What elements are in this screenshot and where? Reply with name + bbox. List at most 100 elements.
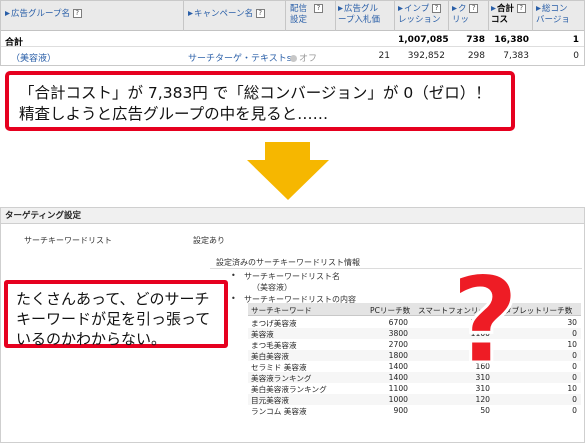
stats-table: 広告グループ名 ? キャンペーン名 ? 配信 設定 ? 広告グル ープ入札価 イ… (0, 0, 585, 66)
tablet-reach-cell: 0 (572, 395, 577, 404)
ad-group-link[interactable]: （美容液） (11, 51, 56, 64)
callout-cost-conversion: 「合計コスト」が 7,383円 で「総コンバージョン」が 0（ゼロ）！ 精査しよ… (5, 71, 515, 131)
header-impressions[interactable]: インプ ? レッション (398, 4, 441, 26)
smartphone-reach-cell: 120 (475, 395, 491, 404)
header-ad-group[interactable]: 広告グループ名 ? (5, 9, 82, 20)
help-icon[interactable]: ? (431, 4, 441, 13)
column-divider (448, 1, 449, 31)
header-cost[interactable]: 合計 ? コス (491, 4, 526, 26)
keyword-row: ランコム 美容液 900 50 0 (248, 405, 581, 416)
header-conversions-label-2: バージョ (536, 15, 570, 25)
keyword-cell: ランコム 美容液 (251, 407, 307, 416)
header-bid-label-2: ープ入札価 (338, 15, 380, 25)
keyword-row: セラミド 美容液 1400 160 0 (248, 361, 581, 372)
total-impressions: 1,007,085 (398, 35, 449, 45)
col-keyword: サーチキーワード (251, 306, 312, 315)
pc-reach-cell: 1400 (388, 362, 408, 371)
pc-reach-cell: 1400 (388, 373, 408, 382)
callout2-line-2: キーワードが足を引っ張って (16, 310, 211, 328)
keyword-row: 美白美容液 1800 360 0 (248, 350, 581, 361)
sort-icon[interactable] (398, 6, 403, 11)
header-impressions-label: インプ (404, 4, 430, 14)
total-clicks: 738 (466, 35, 485, 45)
header-ad-group-bid[interactable]: 広告グル ープ入札価 (338, 4, 380, 26)
col-pc-reach: PCリーチ数 (370, 306, 411, 315)
header-conversions-label: 総コン (542, 4, 568, 14)
column-divider (183, 1, 184, 31)
row-divider (1, 46, 584, 47)
column-divider (285, 1, 286, 31)
header-clicks-label: ク (458, 4, 467, 14)
status-toggle[interactable]: オフ (290, 51, 317, 64)
bullet-icon: • (231, 271, 236, 280)
pc-reach-cell: 900 (393, 406, 409, 415)
callout2-line-3: いるのかわからない。 (16, 330, 167, 348)
help-icon[interactable]: ? (255, 9, 265, 18)
header-campaign[interactable]: キャンペーン名 ? (188, 9, 265, 20)
cost-value: 7,383 (503, 51, 529, 61)
smartphone-reach-cell: 50 (480, 406, 490, 415)
tablet-reach-cell: 30 (567, 318, 577, 327)
sort-icon[interactable] (452, 6, 457, 11)
header-cost-label-2: コス (491, 15, 509, 25)
keyword-row: 美容液ランキング 1400 310 0 (248, 372, 581, 383)
header-bid-label: 広告グル (344, 4, 379, 14)
targeting-settings-title: ターゲティング設定 (1, 208, 584, 224)
column-divider (532, 1, 533, 31)
header-cost-label: 合計 (497, 4, 515, 14)
total-cost: 16,380 (494, 35, 529, 45)
keyword-row: まつ毛美容液 2700 1200 10 (248, 339, 581, 350)
down-arrow-head-icon (247, 160, 329, 200)
tablet-reach-cell: 10 (567, 384, 577, 393)
down-arrow-icon (265, 142, 310, 160)
help-icon[interactable]: ? (516, 4, 526, 13)
tablet-reach-cell: 0 (572, 351, 577, 360)
pc-reach-cell: 1800 (388, 351, 408, 360)
pc-reach-cell: 1100 (388, 384, 408, 393)
tablet-reach-cell: 0 (572, 406, 577, 415)
conversions-value: 0 (573, 51, 579, 61)
header-delivery-label: 配信 (290, 4, 308, 14)
help-icon[interactable]: ? (72, 9, 82, 18)
keyword-list-info-title: 設定済みのサーチキーワードリスト情報 (216, 258, 360, 267)
bullet-icon: • (231, 294, 236, 303)
keyword-table-header: サーチキーワード PCリーチ数 スマートフォンリー タブレットリーチ数 (248, 303, 581, 316)
tablet-reach-cell: 0 (572, 329, 577, 338)
header-impressions-label-2: レッション (398, 15, 441, 25)
impressions-value: 392,852 (407, 51, 445, 61)
column-divider (394, 1, 395, 31)
tablet-reach-cell: 0 (572, 373, 577, 382)
sort-icon[interactable] (338, 6, 343, 11)
header-clicks[interactable]: ク ? リッ (452, 4, 479, 26)
list-name-label: サーチキーワードリスト名 (244, 272, 340, 281)
clicks-value: 298 (467, 51, 485, 61)
header-delivery[interactable]: 配信 設定 (290, 4, 307, 26)
header-conversions[interactable]: 総コン バージョ (536, 4, 570, 26)
ad-group-bid-value: 21 (378, 51, 390, 61)
sort-icon[interactable] (491, 6, 496, 11)
callout-too-many-keywords: たくさんあって、どのサーチ キーワードが足を引っ張って いるのかわからない。 (4, 280, 228, 348)
column-divider (335, 1, 336, 31)
pc-reach-cell: 3800 (388, 329, 408, 338)
help-icon[interactable]: ? (314, 4, 323, 13)
callout-line-2: 精査しようと広告グループの中を見ると…… (19, 105, 329, 123)
keyword-row: 美容液 3800 1100 0 (248, 328, 581, 339)
keyword-list-row-value: 設定あり (193, 236, 225, 245)
campaign-link[interactable]: サーチターゲ・テキストs (188, 51, 291, 64)
pc-reach-cell: 1000 (388, 395, 408, 404)
keyword-row: 目元美容液 1000 120 0 (248, 394, 581, 405)
keyword-row: 美白美容液ランキング 1100 310 10 (248, 383, 581, 394)
sort-icon[interactable] (536, 6, 541, 11)
help-icon[interactable]: ? (469, 4, 479, 13)
callout-line-1: 「合計コスト」が 7,383円 で「総コンバージョン」が 0（ゼロ）！ (19, 84, 491, 102)
header-delivery-label-2: 設定 (290, 15, 308, 25)
sort-icon[interactable] (5, 11, 10, 16)
keyword-list-row-label: サーチキーワードリスト (24, 236, 112, 245)
header-clicks-label-2: リッ (452, 15, 470, 25)
header-ad-group-label: 広告グループ名 (11, 9, 70, 19)
pc-reach-cell: 6700 (388, 318, 408, 327)
status-label: オフ (299, 54, 318, 64)
tablet-reach-cell: 10 (567, 340, 577, 349)
sort-icon[interactable] (188, 11, 193, 16)
header-campaign-label: キャンペーン名 (194, 9, 254, 19)
